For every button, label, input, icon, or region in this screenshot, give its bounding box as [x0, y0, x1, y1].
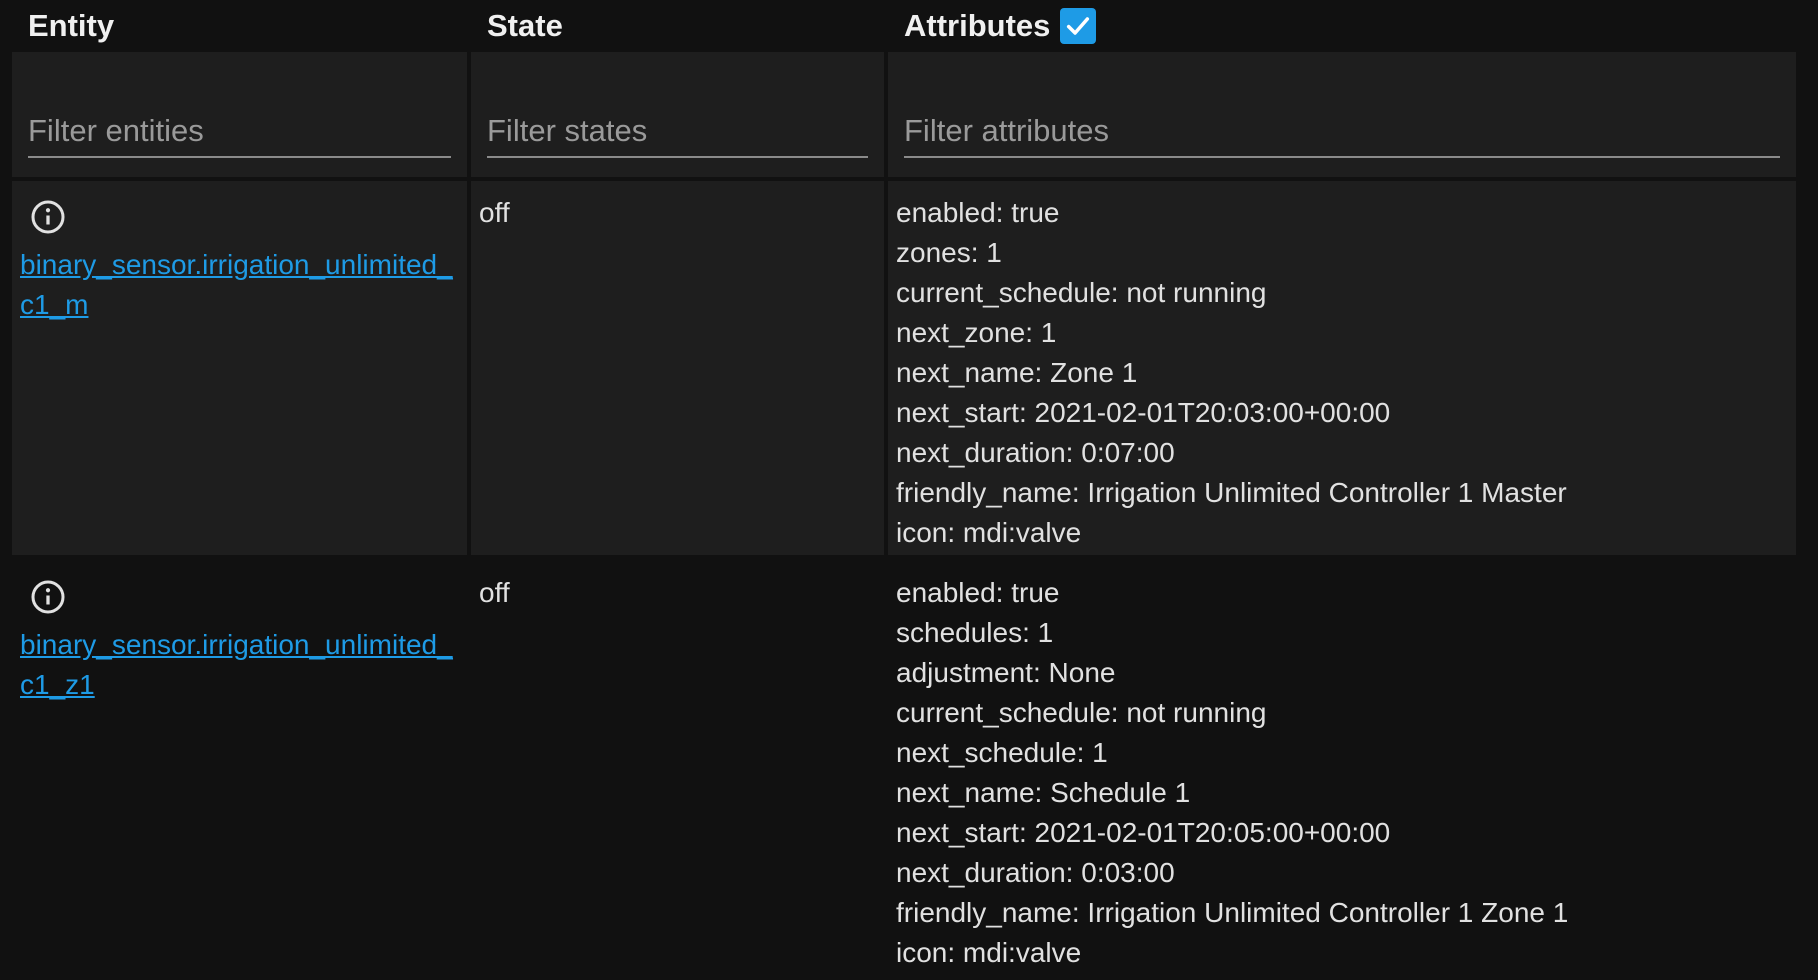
- attribute-item: icon: mdi:valve: [896, 937, 1082, 968]
- entity-link[interactable]: binary_sensor.irrigation_unlimited_c1_m: [20, 245, 460, 325]
- filter-attributes-input[interactable]: [904, 106, 1780, 158]
- attribute-item: enabled: true: [896, 577, 1060, 608]
- attribute-item: next_start: 2021-02-01T20:05:00+00:00: [896, 817, 1391, 848]
- column-header-entity-label: Entity: [28, 8, 115, 43]
- table-row: binary_sensor.irrigation_unlimited_c1_z1…: [12, 561, 1796, 980]
- filter-states-input[interactable]: [487, 106, 868, 158]
- attribute-item: next_name: Zone 1: [896, 357, 1138, 388]
- state-value: off: [479, 197, 510, 228]
- attribute-item: friendly_name: Irrigation Unlimited Cont…: [896, 477, 1567, 508]
- attribute-item: next_name: Schedule 1: [896, 777, 1191, 808]
- entity-cell: binary_sensor.irrigation_unlimited_c1_m: [12, 181, 467, 555]
- state-cell: off: [471, 181, 884, 555]
- attribute-list: enabled: true zones: 1 current_schedule:…: [896, 193, 1567, 553]
- attribute-item: next_start: 2021-02-01T20:03:00+00:00: [896, 397, 1391, 428]
- info-icon[interactable]: [30, 579, 66, 615]
- column-header-state-label: State: [487, 8, 563, 43]
- attribute-item: adjustment: None: [896, 657, 1116, 688]
- table-header: Entity State Attributes: [12, 0, 1796, 52]
- column-header-entity: Entity: [12, 0, 467, 52]
- attribute-item: friendly_name: Irrigation Unlimited Cont…: [896, 897, 1569, 928]
- attributes-cell: enabled: true schedules: 1 adjustment: N…: [888, 561, 1796, 980]
- filter-attributes-cell: [888, 52, 1796, 177]
- attributes-cell: enabled: true zones: 1 current_schedule:…: [888, 181, 1796, 555]
- filter-row: [12, 52, 1796, 177]
- attribute-item: current_schedule: not running: [896, 697, 1267, 728]
- attributes-checkbox[interactable]: [1060, 8, 1097, 44]
- state-cell: off: [471, 561, 884, 980]
- filter-states-cell: [471, 52, 884, 177]
- attribute-item: schedules: 1: [896, 617, 1054, 648]
- attribute-item: next_schedule: 1: [896, 737, 1108, 768]
- attribute-item: next_duration: 0:07:00: [896, 437, 1175, 468]
- column-header-attributes: Attributes: [888, 0, 1796, 52]
- attribute-list: enabled: true schedules: 1 adjustment: N…: [896, 573, 1568, 973]
- entity-link[interactable]: binary_sensor.irrigation_unlimited_c1_z1: [20, 625, 460, 705]
- filter-entities-input[interactable]: [28, 106, 451, 158]
- attribute-item: zones: 1: [896, 237, 1002, 268]
- attribute-item: current_schedule: not running: [896, 277, 1267, 308]
- table-row: binary_sensor.irrigation_unlimited_c1_m …: [12, 181, 1796, 555]
- attribute-item: next_zone: 1: [896, 317, 1057, 348]
- info-icon[interactable]: [30, 199, 66, 235]
- entity-cell: binary_sensor.irrigation_unlimited_c1_z1: [12, 561, 467, 980]
- filter-entities-cell: [12, 52, 467, 177]
- column-header-state: State: [471, 0, 884, 52]
- attribute-item: enabled: true: [896, 197, 1060, 228]
- attribute-item: next_duration: 0:03:00: [896, 857, 1175, 888]
- attribute-item: icon: mdi:valve: [896, 517, 1082, 548]
- check-icon: [1067, 17, 1090, 35]
- state-value: off: [479, 577, 510, 608]
- column-header-attributes-label: Attributes: [904, 8, 1051, 43]
